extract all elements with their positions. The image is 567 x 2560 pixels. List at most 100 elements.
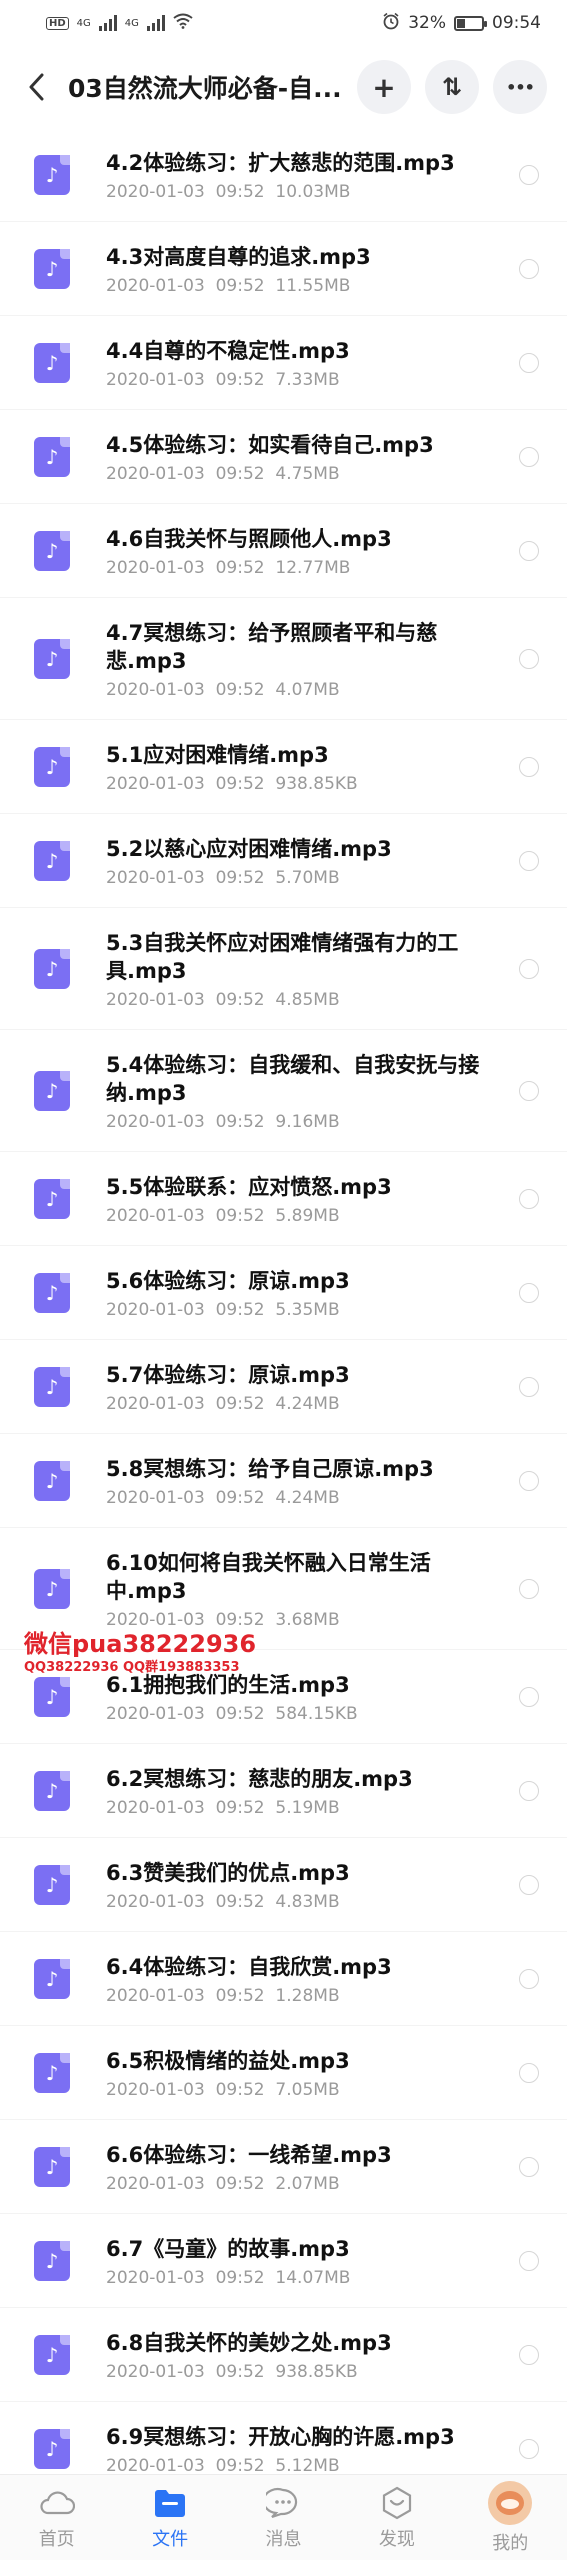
file-row[interactable]: ♪ 6.2冥想练习：慈悲的朋友.mp3 2020-01-03 09:52 5.19M… [0,1744,567,1838]
watermark-line-1: 微信pua38222936 [24,1630,257,1658]
file-row[interactable]: ♪ 4.5体验练习：如实看待自己.mp3 2020-01-03 09:52 4.75… [0,410,567,504]
file-date: 2020-01-03 09:52 [106,2079,265,2100]
select-checkbox[interactable] [519,2438,539,2459]
add-button[interactable]: + [357,60,411,114]
network-label-2: 4G [124,17,139,29]
file-meta: 2020-01-03 09:52 4.75MB [106,463,511,485]
file-name: 5.1应对困难情绪.mp3 [106,742,329,767]
select-checkbox[interactable] [519,1968,539,1989]
file-size: 938.85KB [275,2361,358,2382]
select-checkbox[interactable] [519,756,539,777]
file-row[interactable]: ♪ 6.8自我关怀的美妙之处.mp3 2020-01-03 09:52 938.85… [0,2308,567,2402]
file-info: 4.6自我关怀与照顾他人.mp3 2020-01-03 09:52 12.77MB [106,523,511,579]
music-note-icon: ♪ [45,256,59,281]
select-checkbox[interactable] [519,1188,539,1209]
select-checkbox[interactable] [519,2344,539,2365]
file-date: 2020-01-03 09:52 [106,2267,265,2288]
select-checkbox[interactable] [519,1282,539,1303]
select-checkbox[interactable] [519,1686,539,1707]
audio-file-icon: ♪ [34,2146,70,2187]
file-info: 4.7冥想练习：给予照顾者平和与慈悲.mp3 2020-01-03 09:52 4… [106,617,511,701]
file-info: 6.3赞美我们的优点.mp3 2020-01-03 09:52 4.83MB [106,1857,511,1913]
battery-icon [454,15,487,31]
file-name: 6.10如何将自我关怀融入日常生活中.mp3 [106,1550,431,1603]
file-name: 6.7《马童》的故事.mp3 [106,2236,350,2261]
nav-messages[interactable]: 消息 [233,2485,333,2551]
file-size: 5.35MB [275,1299,340,1320]
file-date: 2020-01-03 09:52 [106,369,265,390]
file-row[interactable]: ♪ 4.6自我关怀与照顾他人.mp3 2020-01-03 09:52 12.77M… [0,504,567,598]
select-checkbox[interactable] [519,648,539,669]
file-row[interactable]: ♪ 5.1应对困难情绪.mp3 2020-01-03 09:52 938.85KB [0,720,567,814]
file-row[interactable]: ♪ 6.6体验练习：一线希望.mp3 2020-01-03 09:52 2.07MB [0,2120,567,2214]
signal-icon-1 [98,15,117,31]
select-checkbox[interactable] [519,1376,539,1397]
select-checkbox[interactable] [519,850,539,871]
file-size: 12.77MB [275,557,351,578]
file-row[interactable]: ♪ 6.5积极情绪的益处.mp3 2020-01-03 09:52 7.05MB [0,2026,567,2120]
select-checkbox[interactable] [519,2062,539,2083]
file-row[interactable]: ♪ 6.9冥想练习：开放心胸的许愿.mp3 2020-01-03 09:52 5.1… [0,2402,567,2474]
file-name: 5.6体验练习：原谅.mp3 [106,1268,350,1293]
file-size: 1.28MB [275,1985,340,2006]
file-row[interactable]: ♪ 5.3自我关怀应对困难情绪强有力的工具.mp3 2020-01-03 09:52… [0,908,567,1030]
file-date: 2020-01-03 09:52 [106,1891,265,1912]
nav-files-label: 文件 [152,2528,189,2550]
file-row[interactable]: ♪ 5.2以慈心应对困难情绪.mp3 2020-01-03 09:52 5.70MB [0,814,567,908]
select-checkbox[interactable] [519,958,539,979]
file-name: 5.8冥想练习：给予自己原谅.mp3 [106,1456,434,1481]
select-checkbox[interactable] [519,258,539,279]
file-size: 14.07MB [275,2267,351,2288]
file-meta: 2020-01-03 09:52 5.12MB [106,2455,511,2475]
folder-icon [152,2485,188,2521]
file-row[interactable]: ♪ 6.4体验练习：自我欣赏.mp3 2020-01-03 09:52 1.28MB [0,1932,567,2026]
wifi-icon [173,13,193,34]
select-checkbox[interactable] [519,1080,539,1101]
select-checkbox[interactable] [519,2156,539,2177]
file-row[interactable]: ♪ 4.7冥想练习：给予照顾者平和与慈悲.mp3 2020-01-03 09:52 … [0,598,567,720]
select-checkbox[interactable] [519,540,539,561]
nav-discover[interactable]: 发现 [347,2485,447,2551]
file-date: 2020-01-03 09:52 [106,773,265,794]
select-checkbox[interactable] [519,164,539,185]
file-date: 2020-01-03 09:52 [106,2173,265,2194]
select-checkbox[interactable] [519,446,539,467]
file-row[interactable]: ♪ 4.4自尊的不稳定性.mp3 2020-01-03 09:52 7.33MB [0,316,567,410]
select-checkbox[interactable] [519,1874,539,1895]
file-row[interactable]: ♪ 5.5体验联系：应对愤怒.mp3 2020-01-03 09:52 5.89MB [0,1152,567,1246]
file-row[interactable]: ♪ 5.7体验练习：原谅.mp3 2020-01-03 09:52 4.24MB [0,1340,567,1434]
file-row[interactable]: ♪ 6.3赞美我们的优点.mp3 2020-01-03 09:52 4.83MB [0,1838,567,1932]
audio-file-icon: ♪ [34,248,70,289]
file-row[interactable]: ♪ 5.4体验练习：自我缓和、自我安抚与接纳.mp3 2020-01-03 09:5… [0,1030,567,1152]
music-note-icon: ♪ [45,1374,59,1399]
select-checkbox[interactable] [519,2250,539,2271]
audio-file-icon: ♪ [34,2240,70,2281]
audio-file-icon: ♪ [34,1568,70,1609]
select-checkbox[interactable] [519,352,539,373]
file-size: 10.03MB [275,181,351,202]
more-button[interactable]: ••• [493,60,547,114]
select-checkbox[interactable] [519,1780,539,1801]
file-info: 4.3对高度自尊的追求.mp3 2020-01-03 09:52 11.55MB [106,241,511,297]
nav-home[interactable]: 首页 [7,2485,107,2551]
file-info: 5.8冥想练习：给予自己原谅.mp3 2020-01-03 09:52 4.24M… [106,1453,511,1509]
file-row[interactable]: ♪ 4.2体验练习：扩大慈悲的范围.mp3 2020-01-03 09:52 10.… [0,128,567,222]
select-checkbox[interactable] [519,1470,539,1491]
nav-files[interactable]: 文件 [120,2485,220,2551]
music-note-icon: ♪ [45,848,59,873]
avatar-icon [488,2480,533,2525]
file-date: 2020-01-03 09:52 [106,2361,265,2382]
file-date: 2020-01-03 09:52 [106,2455,265,2475]
select-checkbox[interactable] [519,1578,539,1599]
back-button[interactable] [18,69,54,105]
nav-profile[interactable]: 我的 [460,2480,560,2555]
file-info: 5.5体验联系：应对愤怒.mp3 2020-01-03 09:52 5.89MB [106,1171,511,1227]
sort-button[interactable]: ⇅ [425,60,479,114]
file-list[interactable]: ♪ 4.2体验练习：扩大慈悲的范围.mp3 2020-01-03 09:52 10.… [0,128,567,2474]
file-row[interactable]: ♪ 5.8冥想练习：给予自己原谅.mp3 2020-01-03 09:52 4.24… [0,1434,567,1528]
file-row[interactable]: ♪ 6.7《马童》的故事.mp3 2020-01-03 09:52 14.07MB [0,2214,567,2308]
file-row[interactable]: ♪ 5.6体验练习：原谅.mp3 2020-01-03 09:52 5.35MB [0,1246,567,1340]
file-date: 2020-01-03 09:52 [106,275,265,296]
file-info: 5.3自我关怀应对困难情绪强有力的工具.mp3 2020-01-03 09:52 … [106,927,511,1011]
file-row[interactable]: ♪ 4.3对高度自尊的追求.mp3 2020-01-03 09:52 11.55MB [0,222,567,316]
